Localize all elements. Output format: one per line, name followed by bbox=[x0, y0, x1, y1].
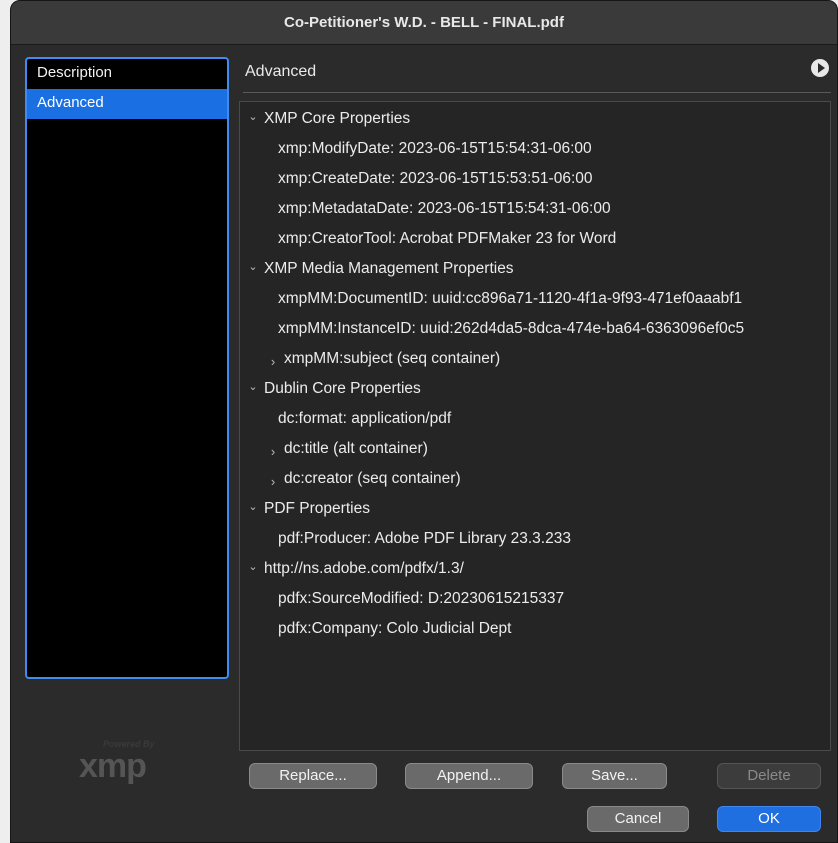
tree-row-label: xmp:ModifyDate: 2023-06-15T15:54:31-06:0… bbox=[278, 140, 592, 157]
sidebar-item-description[interactable]: Description bbox=[27, 59, 227, 89]
tree-group[interactable]: ⌄ XMP Core Properties bbox=[240, 104, 830, 134]
tree-row-label: pdfx:Company: Colo Judicial Dept bbox=[278, 620, 512, 637]
tree-group[interactable]: ⌄ PDF Properties bbox=[240, 494, 830, 524]
cancel-button[interactable]: Cancel bbox=[587, 806, 689, 832]
tree-property[interactable]: xmp:MetadataDate: 2023-06-15T15:54:31-06… bbox=[240, 194, 830, 224]
tree-property[interactable]: dc:format: application/pdf bbox=[240, 404, 830, 434]
xmp-metadata-dialog: Co-Petitioner's W.D. - BELL - FINAL.pdf … bbox=[10, 0, 838, 843]
chevron-down-icon[interactable]: ⌄ bbox=[246, 372, 260, 402]
chevron-down-icon[interactable]: ⌄ bbox=[246, 492, 260, 522]
tree-row-label: Dublin Core Properties bbox=[264, 380, 421, 397]
tree-row-label: pdf:Producer: Adobe PDF Library 23.3.233 bbox=[278, 530, 571, 547]
sidebar-item-advanced[interactable]: Advanced bbox=[27, 89, 227, 119]
tree-group[interactable]: ⌄ Dublin Core Properties bbox=[240, 374, 830, 404]
tree-row-label: xmp:MetadataDate: 2023-06-15T15:54:31-06… bbox=[278, 200, 611, 217]
tree-property[interactable]: › dc:creator (seq container) bbox=[240, 464, 830, 494]
properties-tree[interactable]: ⌄ XMP Core Properties xmp:ModifyDate: 2023… bbox=[239, 101, 831, 751]
tree-row-label: XMP Media Management Properties bbox=[264, 260, 514, 277]
ok-button[interactable]: OK bbox=[717, 806, 821, 832]
category-list[interactable]: Description Advanced bbox=[25, 57, 229, 679]
tree-property[interactable]: pdfx:Company: Colo Judicial Dept bbox=[240, 614, 830, 644]
xmp-logo: Powered By xmp bbox=[79, 739, 175, 785]
tree-row-label: PDF Properties bbox=[264, 500, 370, 517]
save-button[interactable]: Save... bbox=[562, 763, 667, 789]
chevron-right-icon[interactable]: › bbox=[266, 467, 280, 497]
tree-group[interactable]: ⌄ http://ns.adobe.com/pdfx/1.3/ bbox=[240, 554, 830, 584]
delete-button[interactable]: Delete bbox=[717, 763, 821, 789]
play-circle-icon[interactable] bbox=[811, 59, 829, 77]
window-title: Co-Petitioner's W.D. - BELL - FINAL.pdf bbox=[11, 1, 837, 45]
tree-property[interactable]: xmp:ModifyDate: 2023-06-15T15:54:31-06:0… bbox=[240, 134, 830, 164]
tree-property[interactable]: pdfx:SourceModified: D:20230615215337 bbox=[240, 584, 830, 614]
tree-group[interactable]: ⌄ XMP Media Management Properties bbox=[240, 254, 830, 284]
tree-row-label: xmpMM:DocumentID: uuid:cc896a71-1120-4f1… bbox=[278, 290, 743, 307]
xmp-brand: xmp bbox=[79, 747, 147, 785]
panel-header: Advanced bbox=[243, 57, 831, 93]
chevron-down-icon[interactable]: ⌄ bbox=[246, 102, 260, 132]
tree-row-label: xmp:CreateDate: 2023-06-15T15:53:51-06:0… bbox=[278, 170, 593, 187]
tree-property[interactable]: › xmpMM:subject (seq container) bbox=[240, 344, 830, 374]
tree-row-label: XMP Core Properties bbox=[264, 110, 411, 127]
tree-row-label: xmpMM:subject (seq container) bbox=[284, 350, 501, 367]
tree-row-label: xmp:CreatorTool: Acrobat PDFMaker 23 for… bbox=[278, 230, 617, 247]
tree-row-label: dc:format: application/pdf bbox=[278, 410, 452, 427]
chevron-down-icon[interactable]: ⌄ bbox=[246, 552, 260, 582]
tree-row-label: http://ns.adobe.com/pdfx/1.3/ bbox=[264, 560, 464, 577]
tree-property[interactable]: xmpMM:InstanceID: uuid:262d4da5-8dca-474… bbox=[240, 314, 830, 344]
tree-property[interactable]: › dc:title (alt container) bbox=[240, 434, 830, 464]
chevron-down-icon[interactable]: ⌄ bbox=[246, 252, 260, 282]
tree-property[interactable]: xmpMM:DocumentID: uuid:cc896a71-1120-4f1… bbox=[240, 284, 830, 314]
tree-row-label: dc:creator (seq container) bbox=[284, 470, 461, 487]
tree-row-label: dc:title (alt container) bbox=[284, 440, 428, 457]
tree-property[interactable]: pdf:Producer: Adobe PDF Library 23.3.233 bbox=[240, 524, 830, 554]
append-button[interactable]: Append... bbox=[405, 763, 533, 789]
panel-title: Advanced bbox=[245, 63, 317, 80]
tree-property[interactable]: xmp:CreateDate: 2023-06-15T15:53:51-06:0… bbox=[240, 164, 830, 194]
tree-row-label: pdfx:SourceModified: D:20230615215337 bbox=[278, 590, 565, 607]
tree-row-label: xmpMM:InstanceID: uuid:262d4da5-8dca-474… bbox=[278, 320, 745, 337]
tree-property[interactable]: xmp:CreatorTool: Acrobat PDFMaker 23 for… bbox=[240, 224, 830, 254]
replace-button[interactable]: Replace... bbox=[249, 763, 377, 789]
chevron-right-icon[interactable]: › bbox=[266, 347, 280, 377]
chevron-right-icon[interactable]: › bbox=[266, 437, 280, 467]
